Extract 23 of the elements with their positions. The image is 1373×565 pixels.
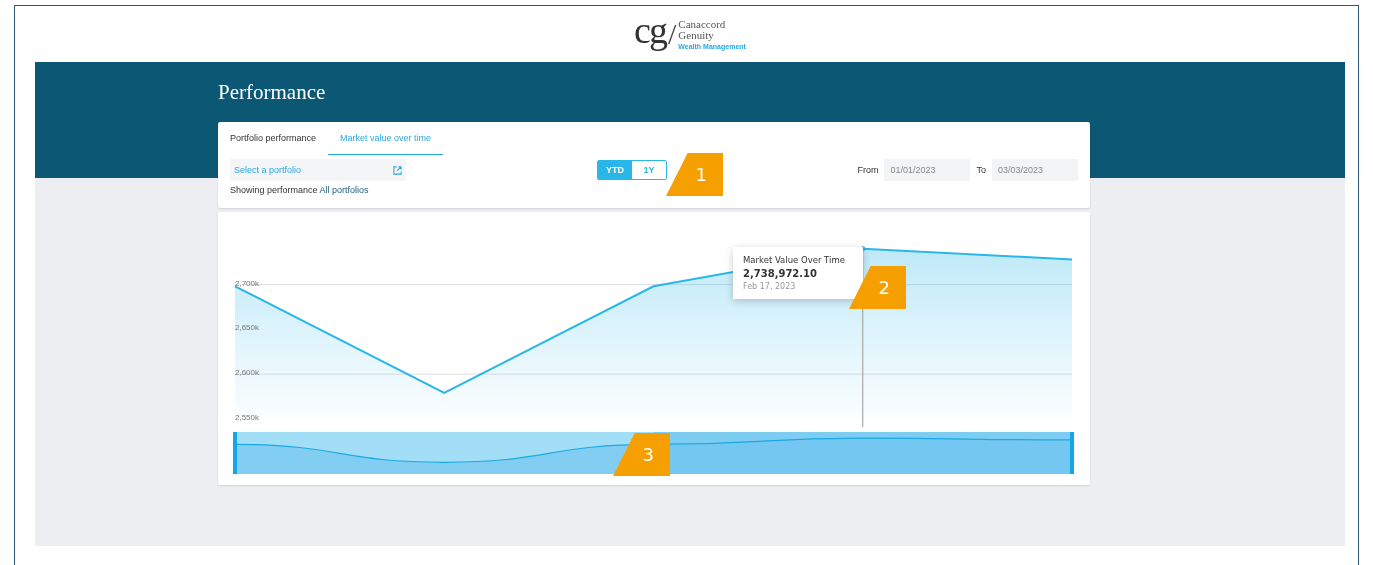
logo-mark: cg: [634, 11, 666, 49]
y-axis-label: 2,700k: [235, 278, 260, 288]
from-date-field[interactable]: 01/01/2023: [884, 159, 971, 181]
tooltip-value: 2,738,972.10: [743, 268, 819, 279]
tooltip-date: Feb 17, 2023: [743, 282, 797, 291]
to-label: To: [976, 165, 986, 175]
external-link-icon: [393, 165, 402, 175]
from-label: From: [857, 165, 879, 175]
tooltip-title: Market Value Over Time: [743, 255, 846, 265]
range-navigator[interactable]: [233, 432, 1074, 474]
y-axis-label: 2,550k: [235, 413, 260, 422]
range-toggle[interactable]: YTD: [598, 161, 632, 179]
tab[interactable]: Portfolio performance: [230, 122, 329, 155]
logo-slash: /: [668, 19, 677, 49]
portfolio-select[interactable]: Select a portfolio: [230, 159, 406, 181]
logo-text: Genuity: [678, 29, 715, 41]
tab[interactable]: Market value over time: [328, 122, 444, 155]
logo-text: Canaccord: [678, 18, 727, 30]
to-date-field[interactable]: 03/03/2023: [992, 159, 1078, 181]
y-axis-label: 2,650k: [235, 323, 260, 333]
page-title: Performance: [218, 78, 326, 106]
y-axis-label: 2,600k: [235, 368, 260, 378]
showing-text: Showing performance All portfolios: [230, 185, 369, 195]
